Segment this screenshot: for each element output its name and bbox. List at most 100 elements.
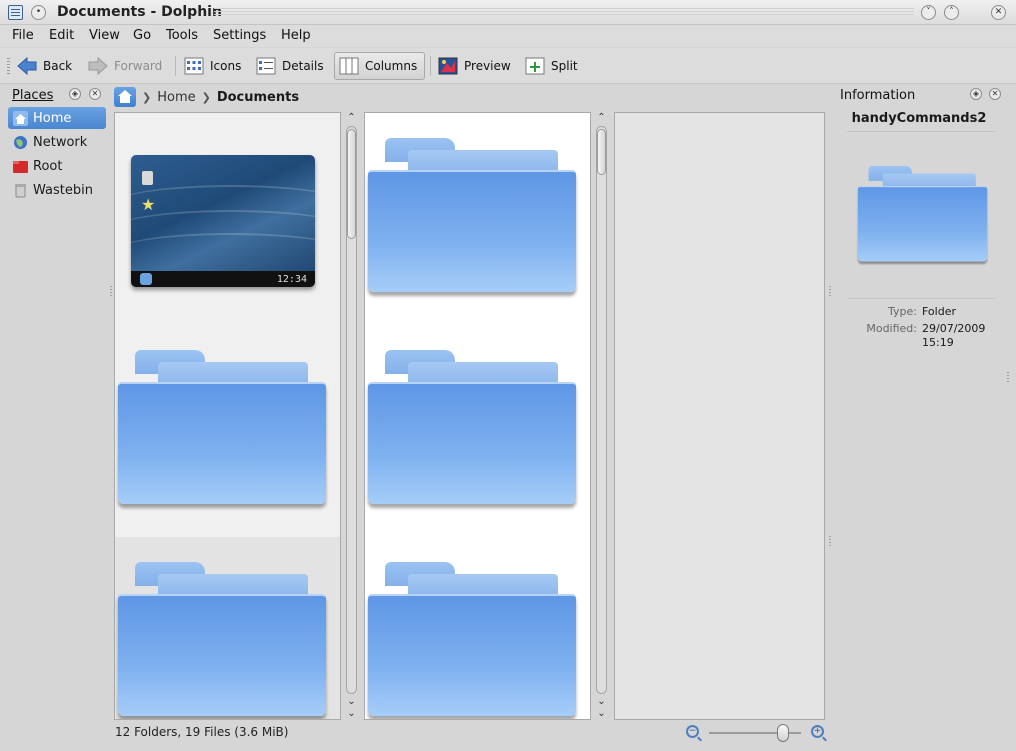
preview-button[interactable]: Preview xyxy=(438,52,511,80)
dolphin-app-icon[interactable] xyxy=(8,5,23,20)
column-documents[interactable] xyxy=(364,112,591,720)
network-icon xyxy=(14,135,27,149)
status-text: 12 Folders, 19 Files (3.6 MiB) xyxy=(115,725,289,739)
place-item-network[interactable]: Network xyxy=(8,131,106,153)
thumbnail-kmenu-icon xyxy=(140,273,152,285)
title-bar[interactable]: • Documents - Dolphin ˅ ˄ ✕ xyxy=(0,0,1016,25)
places-panel: Places ◈ ✕ Home Network Root Wastebin xyxy=(6,86,108,720)
columns-view-label: Columns xyxy=(365,59,418,73)
column-empty[interactable] xyxy=(614,112,825,720)
breadcrumb-documents[interactable]: Documents xyxy=(217,90,299,105)
close-button[interactable]: ✕ xyxy=(991,5,1006,20)
list-item[interactable]: ★ 12:34 xyxy=(115,113,340,325)
list-item[interactable] xyxy=(115,537,340,719)
split-label: Split xyxy=(551,59,578,73)
toolbar-separator xyxy=(430,56,431,76)
toolbar-separator xyxy=(175,56,176,76)
icons-view-label: Icons xyxy=(210,59,242,73)
details-view-label: Details xyxy=(282,59,324,73)
info-folder-icon xyxy=(858,166,987,264)
icons-view-button[interactable]: Icons xyxy=(184,52,241,80)
forward-button[interactable]: Forward xyxy=(88,52,162,80)
list-item[interactable] xyxy=(365,113,590,325)
column-home[interactable]: ★ 12:34 xyxy=(114,112,341,720)
place-label: Root xyxy=(33,158,63,174)
scroll-thumb[interactable] xyxy=(347,129,356,239)
zoom-slider[interactable]: − + xyxy=(684,724,826,742)
list-item[interactable] xyxy=(365,537,590,719)
place-label: Wastebin xyxy=(33,182,93,198)
scroll-thumb[interactable] xyxy=(597,129,606,175)
columns-view-button[interactable]: Columns xyxy=(334,52,425,80)
info-modified-time: 15:19 xyxy=(922,336,954,349)
places-splitter[interactable] xyxy=(110,286,112,296)
column-home-scrollbar[interactable]: ⌃ ⌄ ⌄ xyxy=(344,112,359,720)
main-toolbar: Back Forward Icons Details Columns Previ… xyxy=(0,48,1016,84)
title-bar-decoration xyxy=(214,8,914,17)
split-icon xyxy=(525,57,545,75)
info-modified-value: 29/07/2009 xyxy=(922,322,986,335)
folder-icon xyxy=(118,562,326,719)
details-view-icon xyxy=(256,57,276,75)
scroll-down-icon[interactable]: ⌄ xyxy=(594,708,609,720)
scroll-up-icon[interactable]: ⌃ xyxy=(594,112,609,124)
root-folder-icon xyxy=(13,160,28,173)
menu-view[interactable]: View xyxy=(89,28,120,43)
sticky-pin-icon[interactable]: • xyxy=(31,5,46,20)
breadcrumb-home-icon[interactable] xyxy=(114,87,136,107)
columns-view-icon xyxy=(339,57,359,75)
breadcrumb-chevron-icon: ❯ xyxy=(201,90,211,104)
details-view-button[interactable]: Details xyxy=(256,52,324,80)
maximize-button[interactable]: ˄ xyxy=(944,5,959,20)
menu-settings[interactable]: Settings xyxy=(213,28,266,43)
thumbnail-star-icon: ★ xyxy=(141,195,156,214)
split-button[interactable]: Split xyxy=(525,52,578,80)
breadcrumb: ❯ Home ❯ Documents xyxy=(114,86,824,108)
back-label: Back xyxy=(43,59,73,73)
menu-tools[interactable]: Tools xyxy=(166,28,198,43)
places-float-button[interactable]: ◈ xyxy=(69,88,81,100)
folder-icon xyxy=(368,350,576,508)
column-documents-scrollbar[interactable]: ⌃ ⌄ ⌄ xyxy=(594,112,609,720)
trash-icon xyxy=(15,183,26,197)
thumbnail-clock: 12:34 xyxy=(276,274,307,285)
list-item[interactable] xyxy=(365,325,590,537)
icons-view-icon xyxy=(184,57,204,75)
zoom-handle[interactable] xyxy=(776,724,789,742)
menu-go[interactable]: Go xyxy=(133,28,151,43)
zoom-out-icon[interactable]: − xyxy=(686,725,699,738)
places-close-button[interactable]: ✕ xyxy=(89,88,101,100)
minimize-button[interactable]: ˅ xyxy=(921,5,936,20)
place-item-wastebin[interactable]: Wastebin xyxy=(8,179,106,201)
folder-icon xyxy=(118,350,326,508)
place-label: Home xyxy=(33,110,72,126)
menu-file[interactable]: File xyxy=(12,28,34,43)
back-button[interactable]: Back xyxy=(17,52,72,80)
info-item-name: handyCommands2 xyxy=(851,111,987,126)
preview-label: Preview xyxy=(464,59,511,73)
info-modified-label: Modified: xyxy=(866,322,917,335)
place-item-root[interactable]: Root xyxy=(8,155,106,177)
scroll-up-icon[interactable]: ⌃ xyxy=(344,112,359,124)
menu-help[interactable]: Help xyxy=(281,28,311,43)
folder-icon xyxy=(368,138,576,296)
folder-icon xyxy=(368,562,576,719)
info-splitter[interactable] xyxy=(829,536,831,546)
info-close-button[interactable]: ✕ xyxy=(989,88,1001,100)
list-item[interactable] xyxy=(115,325,340,537)
menu-bar: File Edit View Go Tools Settings Help xyxy=(0,25,1016,47)
zoom-in-icon[interactable]: + xyxy=(811,725,824,738)
info-splitter[interactable] xyxy=(829,286,831,296)
home-icon xyxy=(13,110,28,126)
breadcrumb-home[interactable]: Home xyxy=(157,90,195,105)
scroll-down-icon[interactable]: ⌄ xyxy=(344,708,359,720)
toolbar-grip[interactable] xyxy=(7,58,10,76)
info-type-label: Type: xyxy=(888,305,917,318)
menu-edit[interactable]: Edit xyxy=(49,28,74,43)
scroll-down-icon[interactable]: ⌄ xyxy=(594,696,609,708)
place-label: Network xyxy=(33,134,88,150)
information-panel: Information ◈ ✕ handyCommands2 Type: Fol… xyxy=(835,86,1010,720)
info-float-button[interactable]: ◈ xyxy=(970,88,982,100)
place-item-home[interactable]: Home xyxy=(8,107,106,129)
scroll-down-icon[interactable]: ⌄ xyxy=(344,696,359,708)
